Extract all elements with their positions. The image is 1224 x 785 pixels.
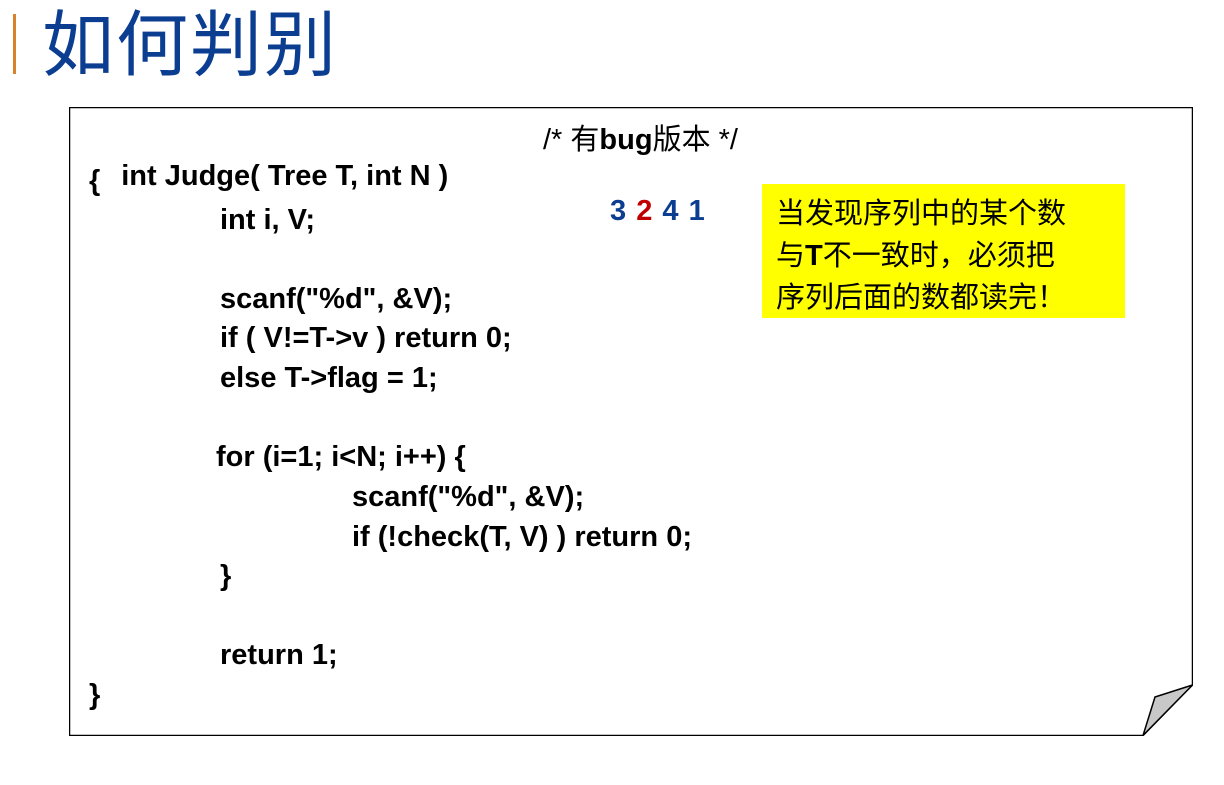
comment-bug: bug (599, 124, 653, 156)
code-line-decl: int i, V; (220, 204, 316, 236)
title-accent-bar (13, 14, 16, 74)
code-line-return: return 1; (220, 639, 338, 671)
code-line-close-for: } (220, 560, 232, 592)
code-line-check: if (!check(T, V) ) return 0; (352, 521, 692, 553)
slide-title: 如何判别 (42, 3, 339, 87)
sequence-item: 2 (636, 195, 654, 227)
code-line-scanf-2: scanf("%d", &V); (352, 481, 585, 513)
code-card: int Judge( Tree T, int N ) /* 有bug版本 */ … (69, 107, 1193, 736)
code-comment: /* 有bug版本 */ (543, 122, 738, 158)
code-line-close-brace: } (89, 679, 101, 711)
code-line-for: for (i=1; i<N; i++) { (216, 441, 466, 473)
code-signature: int Judge( Tree T, int N ) (121, 160, 449, 192)
note-line-2: 与T不一致时，必须把 (776, 240, 1055, 272)
sequence-item: 4 (662, 195, 680, 227)
sequence-example: 3 2 4 1 (610, 195, 706, 228)
comment-close: 版本 */ (652, 124, 738, 156)
sequence-item: 1 (688, 195, 706, 227)
note-line-1: 当发现序列中的某个数 (776, 198, 1067, 230)
code-line-open-brace: { (89, 165, 101, 197)
callout-note: 当发现序列中的某个数 与T不一致时，必须把 序列后面的数都读完！ (762, 184, 1125, 318)
code-line-if-root: if ( V!=T->v ) return 0; (220, 322, 512, 354)
code-line-scanf-1: scanf("%d", &V); (220, 283, 453, 315)
sequence-item: 3 (610, 195, 628, 227)
code-line-else-flag: else T->flag = 1; (220, 362, 438, 394)
note-line-3: 序列后面的数都读完！ (776, 282, 1067, 314)
comment-open: /* 有 (543, 124, 600, 156)
